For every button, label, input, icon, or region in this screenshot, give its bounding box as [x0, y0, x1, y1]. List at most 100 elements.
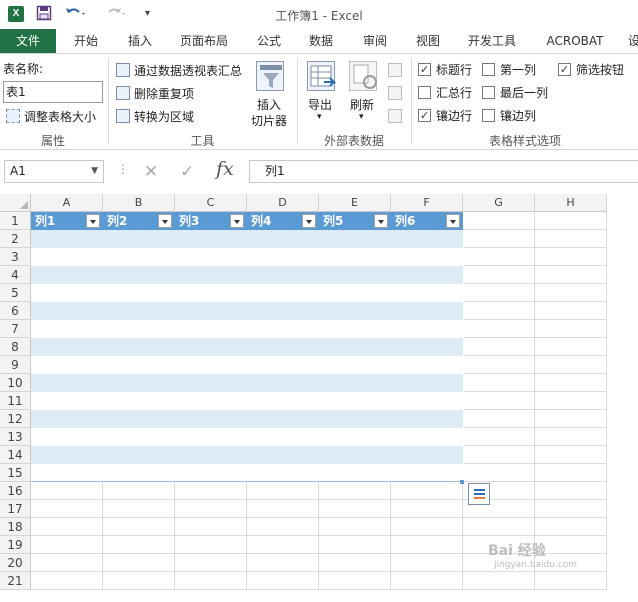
grid-cell[interactable] [31, 554, 103, 572]
grid-cell[interactable] [31, 500, 103, 518]
row-header[interactable]: 17 [0, 500, 31, 518]
row-header[interactable]: 15 [0, 464, 31, 482]
row-header[interactable]: 2 [0, 230, 31, 248]
tab-insert[interactable]: 插入 [118, 29, 162, 53]
grid-cell[interactable] [535, 248, 607, 266]
grid-cell[interactable] [247, 482, 319, 500]
table-name-input[interactable]: 表1 [3, 81, 103, 103]
tab-acrobat[interactable]: ACROBAT [540, 29, 610, 53]
total-row-checkbox[interactable] [418, 86, 431, 99]
filter-button-checkbox[interactable]: ✓ [558, 63, 571, 76]
row-header[interactable]: 10 [0, 374, 31, 392]
select-all-button[interactable] [0, 194, 31, 212]
filter-dropdown-icon[interactable] [446, 214, 460, 228]
grid-cell[interactable] [31, 572, 103, 590]
grid-cell[interactable] [31, 482, 103, 500]
header-row-checkbox[interactable]: ✓ [418, 63, 431, 76]
row-header[interactable]: 6 [0, 302, 31, 320]
tab-home[interactable]: 开始 [64, 29, 108, 53]
refresh-button[interactable]: 刷新 ▾ [344, 58, 382, 128]
row-header[interactable]: 13 [0, 428, 31, 446]
grid-cell[interactable] [31, 536, 103, 554]
column-header[interactable]: G [463, 194, 535, 212]
banded-columns-checkbox[interactable] [482, 109, 495, 122]
cancel-icon[interactable]: ✕ [144, 162, 158, 182]
grid-cell[interactable] [535, 320, 607, 338]
tab-data[interactable]: 数据 [299, 29, 343, 53]
grid-cell[interactable] [247, 554, 319, 572]
grid-cell[interactable] [103, 500, 175, 518]
grid-cell[interactable] [535, 428, 607, 446]
grid-cell[interactable] [463, 464, 535, 482]
grid-cell[interactable] [391, 536, 463, 554]
row-header[interactable]: 1 [0, 212, 31, 230]
grid-cell[interactable] [535, 374, 607, 392]
grid-cell[interactable] [175, 554, 247, 572]
grid-cell[interactable] [535, 572, 607, 590]
row-header[interactable]: 9 [0, 356, 31, 374]
grid-cell[interactable] [247, 500, 319, 518]
table-header-cell[interactable]: 列3 [175, 212, 247, 230]
quick-analysis-icon[interactable] [468, 483, 490, 505]
tab-formulas[interactable]: 公式 [247, 29, 291, 53]
grid-cell[interactable] [391, 482, 463, 500]
grid-cell[interactable] [463, 230, 535, 248]
row-header[interactable]: 20 [0, 554, 31, 572]
grid-cell[interactable] [319, 572, 391, 590]
grid-cell[interactable] [463, 410, 535, 428]
row-header[interactable]: 21 [0, 572, 31, 590]
column-header[interactable]: F [391, 194, 463, 212]
grid-cell[interactable] [463, 320, 535, 338]
filter-dropdown-icon[interactable] [158, 214, 172, 228]
grid-cell[interactable] [247, 518, 319, 536]
properties-icon[interactable] [388, 63, 402, 77]
last-column-checkbox[interactable] [482, 86, 495, 99]
grid-cell[interactable] [535, 482, 607, 500]
grid-cell[interactable] [175, 500, 247, 518]
grid-cell[interactable] [175, 482, 247, 500]
row-header[interactable]: 18 [0, 518, 31, 536]
grid-cell[interactable] [463, 446, 535, 464]
grid-cell[interactable] [535, 338, 607, 356]
grid-cell[interactable] [103, 536, 175, 554]
grid-cell[interactable] [535, 518, 607, 536]
grid-cell[interactable] [535, 302, 607, 320]
grid-cell[interactable] [535, 500, 607, 518]
formula-input[interactable]: 列1 [249, 160, 638, 183]
grid-cell[interactable] [391, 554, 463, 572]
tab-file[interactable]: 文件 [0, 29, 56, 53]
grid-cell[interactable] [463, 266, 535, 284]
convert-to-range-button[interactable]: 转换为区域 [134, 108, 194, 125]
grid-cell[interactable] [535, 410, 607, 428]
table-resize-handle[interactable] [460, 480, 464, 484]
table-header-cell[interactable]: 列4 [247, 212, 319, 230]
row-header[interactable]: 19 [0, 536, 31, 554]
grid-cell[interactable] [463, 338, 535, 356]
grid-cell[interactable] [535, 464, 607, 482]
unlink-icon[interactable] [388, 109, 402, 123]
table-header-cell[interactable]: 列6 [391, 212, 463, 230]
grid-cell[interactable] [247, 572, 319, 590]
grid-cell[interactable] [319, 482, 391, 500]
grid-cell[interactable] [103, 482, 175, 500]
grid-cell[interactable] [391, 500, 463, 518]
grid-cell[interactable] [319, 554, 391, 572]
row-header[interactable]: 4 [0, 266, 31, 284]
insert-function-icon[interactable]: fx [216, 158, 234, 180]
row-header[interactable]: 11 [0, 392, 31, 410]
grid-cell[interactable] [175, 536, 247, 554]
column-header[interactable]: C [175, 194, 247, 212]
insert-slicer-button[interactable]: 插入 切片器 [248, 58, 292, 128]
grid-cell[interactable] [391, 572, 463, 590]
grid-cell[interactable] [535, 230, 607, 248]
table-header-cell[interactable]: 列5 [319, 212, 391, 230]
tab-developer[interactable]: 开发工具 [460, 29, 524, 53]
chevron-down-icon[interactable]: ▼ [91, 161, 98, 182]
grid-cell[interactable] [103, 572, 175, 590]
row-header[interactable]: 16 [0, 482, 31, 500]
tab-design[interactable]: 设 [624, 29, 638, 53]
row-header[interactable]: 3 [0, 248, 31, 266]
grid-cell[interactable] [31, 518, 103, 536]
filter-dropdown-icon[interactable] [230, 214, 244, 228]
grid-cell[interactable] [463, 212, 535, 230]
